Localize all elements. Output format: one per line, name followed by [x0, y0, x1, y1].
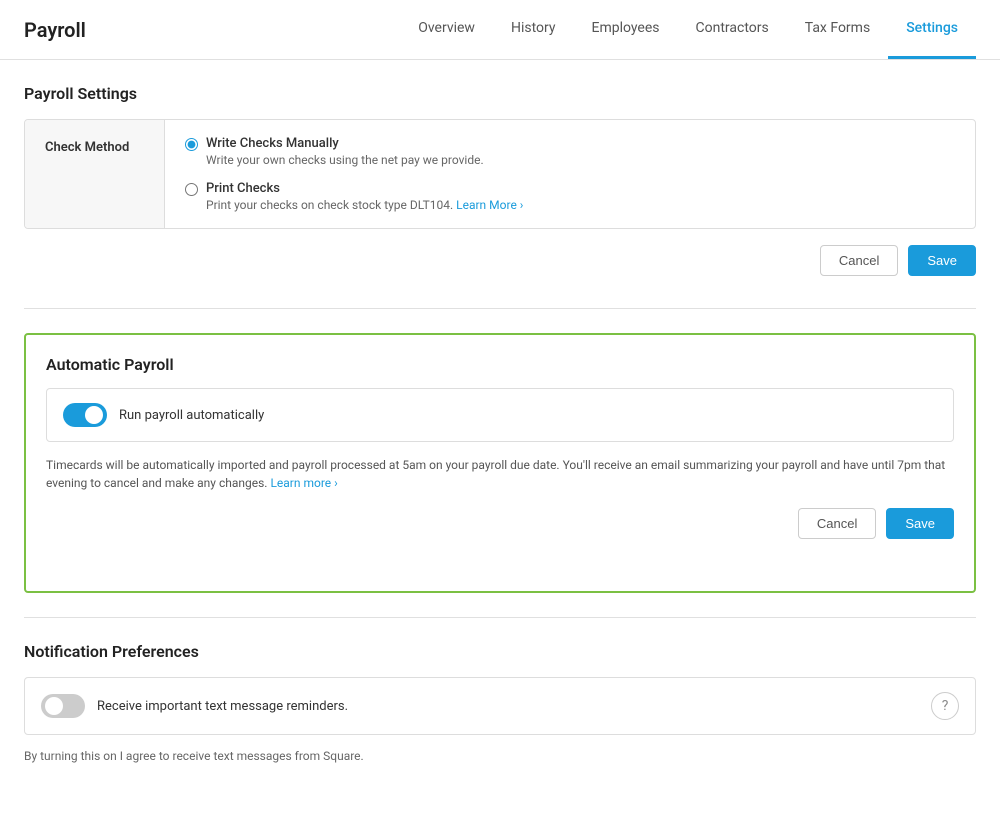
notification-slider [41, 694, 85, 718]
tab-tax-forms[interactable]: Tax Forms [787, 0, 888, 59]
page-title: Payroll [24, 18, 86, 42]
notification-preferences-title: Notification Preferences [24, 642, 976, 661]
write-checks-option: Write Checks Manually Write your own che… [185, 136, 955, 167]
notification-card: Receive important text message reminders… [24, 677, 976, 735]
payroll-settings-title: Payroll Settings [24, 84, 976, 103]
main-content: Payroll Settings Check Method Write Chec… [0, 60, 1000, 827]
section-divider-2 [24, 617, 976, 618]
print-checks-desc-text: Print your checks on check stock type DL… [206, 198, 456, 212]
write-checks-title: Write Checks Manually [206, 136, 484, 151]
notification-preferences-section: Notification Preferences Receive importa… [24, 642, 976, 763]
notification-left: Receive important text message reminders… [41, 694, 348, 718]
auto-payroll-slider [63, 403, 107, 427]
print-checks-option: Print Checks Print your checks on check … [185, 181, 955, 212]
payroll-settings-buttons: Cancel Save [24, 245, 976, 276]
tab-settings[interactable]: Settings [888, 0, 976, 59]
write-checks-label: Write Checks Manually Write your own che… [206, 136, 484, 167]
write-checks-radio[interactable] [185, 138, 198, 151]
tab-contractors[interactable]: Contractors [678, 0, 787, 59]
section-divider-1 [24, 308, 976, 309]
auto-payroll-save-button[interactable]: Save [886, 508, 954, 539]
check-method-card: Check Method Write Checks Manually Write… [24, 119, 976, 229]
payroll-settings-cancel-button[interactable]: Cancel [820, 245, 898, 276]
chevron-right-icon: › [520, 198, 524, 212]
auto-payroll-buttons: Cancel Save [46, 508, 954, 539]
auto-payroll-label: Run payroll automatically [119, 408, 264, 423]
chevron-right-icon-2: › [334, 476, 338, 490]
print-checks-title: Print Checks [206, 181, 523, 196]
notification-toggle[interactable] [41, 694, 85, 718]
print-checks-label: Print Checks Print your checks on check … [206, 181, 523, 212]
notification-footnote: By turning this on I agree to receive te… [24, 749, 976, 763]
automatic-payroll-title: Automatic Payroll [46, 355, 954, 374]
write-checks-desc: Write your own checks using the net pay … [206, 153, 484, 167]
tab-history[interactable]: History [493, 0, 574, 59]
auto-payroll-learn-more[interactable]: Learn more › [270, 476, 337, 490]
header: Payroll Overview History Employees Contr… [0, 0, 1000, 60]
print-checks-radio[interactable] [185, 183, 198, 196]
tab-overview[interactable]: Overview [400, 0, 493, 59]
nav-tabs: Overview History Employees Contractors T… [400, 0, 976, 59]
payroll-settings-save-button[interactable]: Save [908, 245, 976, 276]
auto-payroll-toggle[interactable] [63, 403, 107, 427]
automatic-payroll-section: Automatic Payroll Run payroll automatica… [24, 333, 976, 593]
auto-payroll-toggle-card: Run payroll automatically [46, 388, 954, 442]
help-icon[interactable]: ? [931, 692, 959, 720]
print-checks-desc: Print your checks on check stock type DL… [206, 198, 523, 212]
print-checks-learn-more[interactable]: Learn More › [456, 198, 523, 212]
auto-payroll-cancel-button[interactable]: Cancel [798, 508, 876, 539]
check-method-row: Check Method Write Checks Manually Write… [25, 120, 975, 228]
tab-employees[interactable]: Employees [574, 0, 678, 59]
auto-payroll-desc-text: Timecards will be automatically imported… [46, 458, 945, 490]
auto-payroll-description: Timecards will be automatically imported… [46, 456, 954, 492]
check-method-options: Write Checks Manually Write your own che… [165, 120, 975, 228]
check-method-label: Check Method [25, 120, 165, 228]
notification-label: Receive important text message reminders… [97, 699, 348, 714]
